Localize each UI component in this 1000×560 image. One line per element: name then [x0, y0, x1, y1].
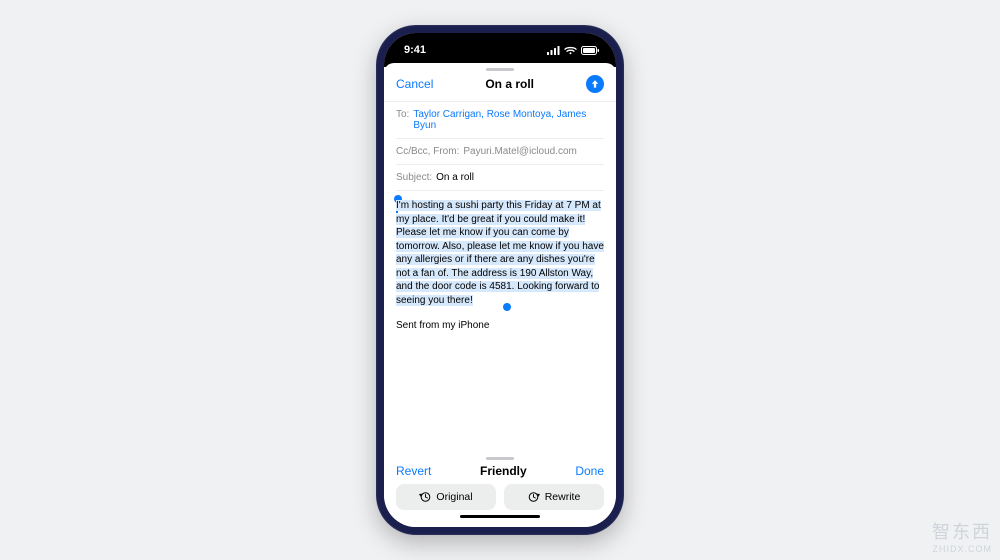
screen: 9:41 Cancel On a roll [384, 33, 616, 527]
to-recipients[interactable]: Taylor Carrigan, Rose Montoya, James Byu… [413, 109, 604, 131]
compose-navbar: Cancel On a roll [384, 73, 616, 102]
home-indicator[interactable] [460, 515, 540, 519]
tone-label: Friendly [480, 464, 527, 478]
original-button[interactable]: Original [396, 484, 496, 510]
clock-forward-icon [528, 491, 540, 503]
selected-text-block[interactable]: I'm hosting a sushi party this Friday at… [396, 199, 604, 307]
from-value: Payuri.Matel@icloud.com [463, 146, 577, 157]
send-button[interactable] [586, 75, 604, 93]
email-signature[interactable]: Sent from my iPhone [396, 319, 604, 333]
revert-button[interactable]: Revert [396, 464, 431, 478]
battery-icon [581, 46, 600, 55]
ccbcc-from-field[interactable]: Cc/Bcc, From: Payuri.Matel@icloud.com [396, 139, 604, 165]
subject-value: On a roll [436, 172, 474, 183]
sheet-grabber[interactable] [486, 68, 514, 71]
done-button[interactable]: Done [575, 464, 604, 478]
rewrite-label: Rewrite [545, 491, 581, 503]
selected-text[interactable]: I'm hosting a sushi party this Friday at… [396, 200, 604, 306]
watermark-line1: 智东西 [932, 522, 992, 542]
compose-title: On a roll [485, 77, 534, 91]
header-fields: To: Taylor Carrigan, Rose Montoya, James… [384, 102, 616, 191]
selection-end-handle[interactable] [503, 303, 511, 311]
arrow-up-icon [590, 79, 600, 89]
watermark-line2: ZHIDX.COM [932, 544, 992, 554]
ccbcc-from-label: Cc/Bcc, From: [396, 146, 459, 157]
clock-back-icon [419, 491, 431, 503]
watermark: 智东西 ZHIDX.COM [932, 518, 992, 554]
cellular-signal-icon [547, 46, 560, 55]
to-field[interactable]: To: Taylor Carrigan, Rose Montoya, James… [396, 102, 604, 139]
original-label: Original [436, 491, 472, 503]
dynamic-island [467, 34, 533, 52]
writing-tools-toolbar: Revert Friendly Done Original Rewrite [384, 453, 616, 528]
status-icons [547, 46, 600, 55]
compose-sheet: Cancel On a roll To: Taylor Carrigan, Ro… [384, 63, 616, 527]
cancel-button[interactable]: Cancel [396, 77, 433, 91]
rewrite-button[interactable]: Rewrite [504, 484, 604, 510]
wifi-icon [564, 46, 577, 55]
status-time: 9:41 [404, 44, 426, 56]
subject-field[interactable]: Subject: On a roll [396, 165, 604, 191]
message-body[interactable]: I'm hosting a sushi party this Friday at… [384, 191, 616, 453]
phone-frame: 9:41 Cancel On a roll [376, 25, 624, 535]
to-label: To: [396, 109, 409, 120]
subject-label: Subject: [396, 172, 432, 183]
toolbar-grabber[interactable] [486, 457, 514, 460]
